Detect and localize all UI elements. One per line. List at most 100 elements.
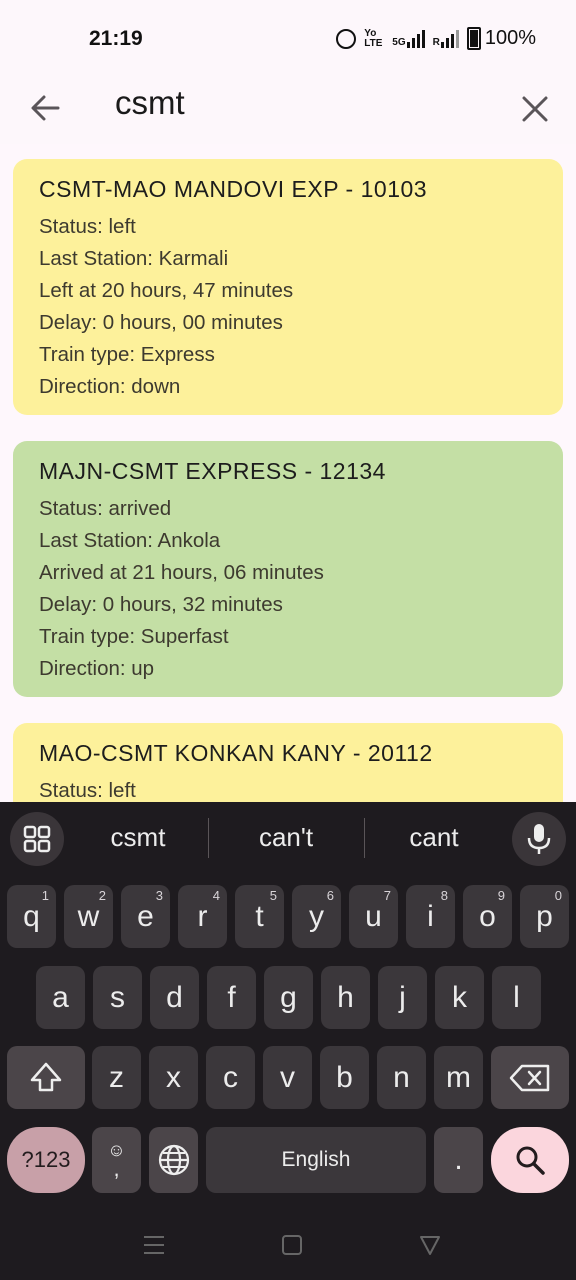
backspace-icon xyxy=(509,1064,550,1091)
suggestion-3[interactable]: cant xyxy=(364,822,504,853)
comma-label: , xyxy=(113,1156,120,1181)
key-number-hint: 5 xyxy=(269,888,277,903)
shift-key[interactable] xyxy=(7,1046,85,1109)
key-label: w xyxy=(77,899,100,933)
key-number-hint: 6 xyxy=(326,888,334,903)
train-direction: Direction: up xyxy=(39,657,155,680)
key-x[interactable]: x xyxy=(149,1046,198,1109)
voice-input-button[interactable] xyxy=(512,812,566,866)
key-f[interactable]: f xyxy=(207,966,256,1029)
key-m[interactable]: m xyxy=(434,1046,483,1109)
key-label: p xyxy=(536,899,553,933)
train-status: Status: left xyxy=(39,215,136,238)
train-direction: Direction: down xyxy=(39,375,181,398)
symbols-key[interactable]: ?123 xyxy=(7,1127,85,1193)
train-delay: Delay: 0 hours, 00 minutes xyxy=(39,311,283,334)
train-last-station: Last Station: Ankola xyxy=(39,529,221,552)
grid-icon xyxy=(23,825,51,853)
search-key[interactable] xyxy=(491,1127,569,1193)
key-i[interactable]: i8 xyxy=(406,885,455,948)
search-bar: csmt xyxy=(0,78,576,144)
train-type: Train type: Express xyxy=(39,343,215,366)
train-card[interactable]: MAO-CSMT KONKAN KANY - 20112 Status: lef… xyxy=(13,723,563,802)
key-w[interactable]: w2 xyxy=(64,885,113,948)
microphone-icon xyxy=(527,824,551,854)
close-icon xyxy=(522,96,548,122)
status-time: 21:19 xyxy=(89,27,143,50)
roaming-label: R xyxy=(432,36,440,48)
key-c[interactable]: c xyxy=(206,1046,255,1109)
suggestion-2[interactable]: can't xyxy=(216,822,356,853)
train-status: Status: arrived xyxy=(39,497,172,520)
key-h[interactable]: h xyxy=(321,966,370,1029)
train-card[interactable]: MAJN-CSMT EXPRESS - 12134 Status: arrive… xyxy=(13,441,563,697)
key-o[interactable]: o9 xyxy=(463,885,512,948)
train-type: Train type: Superfast xyxy=(39,625,229,648)
key-a[interactable]: a xyxy=(36,966,85,1029)
key-t[interactable]: t5 xyxy=(235,885,284,948)
battery-percent: 100% xyxy=(484,27,536,49)
apps-grid-button[interactable] xyxy=(10,812,64,866)
back-nav-icon[interactable] xyxy=(416,1232,444,1258)
recents-icon[interactable] xyxy=(140,1232,168,1258)
train-status: Status: left xyxy=(39,779,136,802)
key-p[interactable]: p0 xyxy=(520,885,569,948)
key-k[interactable]: k xyxy=(435,966,484,1029)
clear-search-button[interactable] xyxy=(516,86,556,130)
train-time: Left at 20 hours, 47 minutes xyxy=(39,279,294,302)
signal-roaming-icon: R xyxy=(432,29,459,48)
key-number-hint: 0 xyxy=(554,888,562,903)
key-number-hint: 3 xyxy=(155,888,163,903)
key-label: e xyxy=(137,899,154,933)
key-b[interactable]: b xyxy=(320,1046,369,1109)
status-bar: 21:19 Yo LTE 5G R 100% xyxy=(0,0,576,78)
emoji-comma-key[interactable]: ☺ , xyxy=(92,1127,141,1193)
suggestion-divider xyxy=(208,818,209,858)
key-z[interactable]: z xyxy=(92,1046,141,1109)
key-label: u xyxy=(365,899,382,933)
home-icon[interactable] xyxy=(278,1232,306,1258)
key-n[interactable]: n xyxy=(377,1046,426,1109)
period-key[interactable]: . xyxy=(434,1127,483,1193)
key-s[interactable]: s xyxy=(93,966,142,1029)
globe-icon xyxy=(158,1144,189,1176)
key-q[interactable]: q1 xyxy=(7,885,56,948)
system-nav-bar xyxy=(0,1212,576,1280)
key-v[interactable]: v xyxy=(263,1046,312,1109)
train-delay: Delay: 0 hours, 32 minutes xyxy=(39,593,283,616)
key-number-hint: 2 xyxy=(98,888,106,903)
backspace-key[interactable] xyxy=(491,1046,569,1109)
key-number-hint: 9 xyxy=(497,888,505,903)
suggestion-strip: csmt can't cant xyxy=(0,802,576,874)
back-button[interactable] xyxy=(24,86,68,130)
key-label: o xyxy=(479,899,496,933)
train-card[interactable]: CSMT-MAO MANDOVI EXP - 10103 Status: lef… xyxy=(13,159,563,415)
key-y[interactable]: y6 xyxy=(292,885,341,948)
language-key[interactable] xyxy=(149,1127,198,1193)
key-u[interactable]: u7 xyxy=(349,885,398,948)
key-g[interactable]: g xyxy=(264,966,313,1029)
key-number-hint: 8 xyxy=(440,888,448,903)
status-icons: Yo LTE 5G R 100% xyxy=(336,27,536,50)
space-key[interactable]: English xyxy=(206,1127,426,1193)
key-label: r xyxy=(197,899,208,933)
train-time: Arrived at 21 hours, 06 minutes xyxy=(39,561,324,584)
train-last-station: Last Station: Karmali xyxy=(39,247,229,270)
search-input[interactable]: csmt xyxy=(115,84,185,122)
key-number-hint: 4 xyxy=(212,888,220,903)
shift-icon xyxy=(30,1062,62,1091)
key-l[interactable]: l xyxy=(492,966,541,1029)
key-r[interactable]: r4 xyxy=(178,885,227,948)
key-e[interactable]: e3 xyxy=(121,885,170,948)
key-label: i xyxy=(427,899,434,933)
key-label: y xyxy=(309,899,324,933)
train-title: CSMT-MAO MANDOVI EXP - 10103 xyxy=(39,176,428,202)
key-d[interactable]: d xyxy=(150,966,199,1029)
key-j[interactable]: j xyxy=(378,966,427,1029)
key-label: q xyxy=(23,899,40,933)
soft-keyboard: csmt can't cant ?123 ☺ , English . q 1 w… xyxy=(0,802,576,1280)
key-number-hint: 1 xyxy=(41,888,49,903)
volte-icon: Yo LTE xyxy=(364,27,383,49)
train-list[interactable]: CSMT-MAO MANDOVI EXP - 10103 Status: lef… xyxy=(0,144,576,802)
suggestion-1[interactable]: csmt xyxy=(68,822,208,853)
